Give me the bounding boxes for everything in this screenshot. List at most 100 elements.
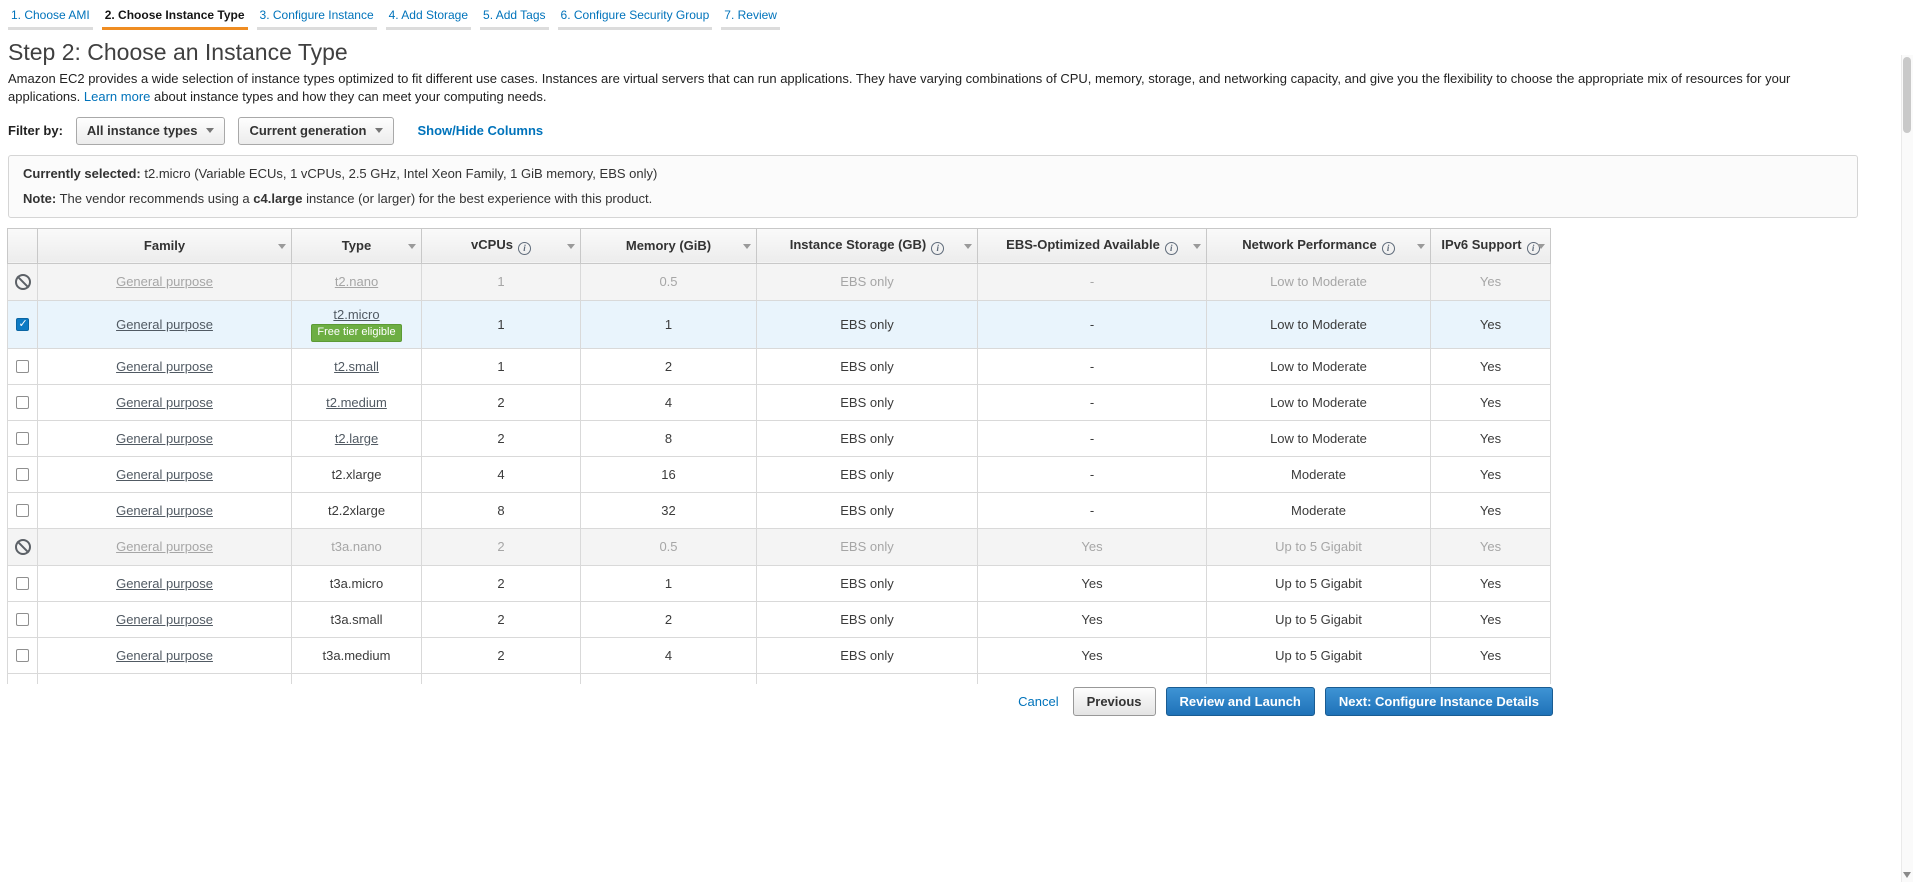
scrollbar-thumb[interactable] <box>1903 57 1911 133</box>
memory-cell: 0.5 <box>580 527 757 566</box>
filter-by-label: Filter by: <box>8 123 63 139</box>
row-select-cell[interactable] <box>7 564 38 602</box>
instance-row[interactable]: General purpose t2.2xlarge 8 32 EBS only… <box>7 491 1551 529</box>
cancel-button[interactable]: Cancel <box>1018 694 1058 709</box>
family-link[interactable]: General purpose <box>116 317 213 332</box>
previous-button[interactable]: Previous <box>1072 686 1156 716</box>
learn-more-link[interactable]: Learn more <box>84 89 150 104</box>
family-link[interactable]: General purpose <box>116 431 213 446</box>
ipv6-cell: Yes <box>1430 383 1551 421</box>
type-link[interactable]: t2.medium <box>326 395 387 410</box>
instance-row[interactable]: General purpose t2.micro Free tier eligi… <box>7 299 1551 349</box>
family-link[interactable]: General purpose <box>116 648 213 663</box>
row-checkbox[interactable] <box>16 503 29 517</box>
row-select-cell[interactable] <box>7 636 38 674</box>
info-icon[interactable] <box>517 241 531 255</box>
note-label: Note: <box>23 190 57 206</box>
vcpus-cell: 1 <box>421 299 581 349</box>
review-and-launch-button[interactable]: Review and Launch <box>1165 686 1315 716</box>
instance-row[interactable]: General purpose t3a.nano 2 0.5 EBS only … <box>7 527 1551 566</box>
instance-row[interactable]: General purpose t3a.micro 2 1 EBS only Y… <box>7 564 1551 602</box>
ebs-optimized-cell: - <box>977 455 1207 493</box>
tab-choose-instance-type[interactable]: 2. Choose Instance Type <box>101 5 248 30</box>
instance-row[interactable]: General purpose t2.xlarge 4 16 EBS only … <box>7 455 1551 493</box>
family-link[interactable]: General purpose <box>116 503 213 518</box>
instance-row[interactable]: General purpose t3a.medium 2 4 EBS only … <box>7 636 1551 674</box>
scrollbar-down-arrow-icon[interactable] <box>1903 872 1911 878</box>
type-link[interactable]: t2.micro <box>333 307 379 322</box>
instance-row[interactable]: General purpose t2.small 1 2 EBS only - … <box>7 347 1551 385</box>
row-select-cell[interactable] <box>7 455 38 493</box>
col-header-memory[interactable]: Memory (GiB) <box>580 227 757 264</box>
instance-row[interactable]: General purpose t3a.small 2 2 EBS only Y… <box>7 600 1551 638</box>
type-link[interactable]: t2.large <box>335 431 378 446</box>
next-configure-instance-details-button[interactable]: Next: Configure Instance Details <box>1324 686 1553 716</box>
instance-row[interactable]: General purpose t2.nano 1 0.5 EBS only -… <box>7 262 1551 301</box>
row-checkbox[interactable] <box>16 431 29 445</box>
row-select-cell[interactable] <box>7 491 38 529</box>
col-header-instance-storage[interactable]: Instance Storage (GB) <box>756 227 978 264</box>
col-header-ipv6[interactable]: IPv6 Support <box>1430 227 1551 264</box>
col-header-family[interactable]: Family <box>37 227 292 264</box>
row-select-cell[interactable] <box>7 600 38 638</box>
row-checkbox[interactable] <box>16 576 29 590</box>
ipv6-cell: Yes <box>1430 672 1551 684</box>
tab-add-storage[interactable]: 4. Add Storage <box>385 5 472 30</box>
family-link[interactable]: General purpose <box>116 576 213 591</box>
family-link[interactable]: General purpose <box>116 467 213 482</box>
selection-summary-box: Currently selected: t2.micro (Variable E… <box>8 154 1858 218</box>
memory-cell: 8 <box>580 672 757 684</box>
row-checkbox[interactable] <box>16 395 29 409</box>
tab-choose-ami[interactable]: 1. Choose AMI <box>8 5 93 30</box>
row-checkbox[interactable] <box>16 317 29 331</box>
vertical-scrollbar[interactable] <box>1901 55 1913 882</box>
row-checkbox[interactable] <box>16 467 29 481</box>
tab-review[interactable]: 7. Review <box>721 5 780 30</box>
family-link[interactable]: General purpose <box>116 359 213 374</box>
memory-cell: 2 <box>580 600 757 638</box>
family-cell: General purpose <box>37 299 292 349</box>
type-link[interactable]: t2.nano <box>335 274 378 289</box>
type-cell: t3a.nano <box>291 527 422 566</box>
row-checkbox[interactable] <box>16 612 29 626</box>
instance-type-filter-dropdown[interactable]: All instance types <box>75 116 226 145</box>
info-icon[interactable] <box>931 241 945 255</box>
show-hide-columns-link[interactable]: Show/Hide Columns <box>417 123 543 138</box>
family-link[interactable]: General purpose <box>116 274 213 289</box>
tab-configure-instance[interactable]: 3. Configure Instance <box>256 5 377 30</box>
ebs-optimized-cell: - <box>977 262 1207 301</box>
type-label: t3a.nano <box>331 539 382 555</box>
network-performance-cell: Up to 5 Gigabit <box>1206 564 1431 602</box>
ipv6-cell: Yes <box>1430 419 1551 457</box>
instance-row[interactable]: General purpose t2.medium 2 4 EBS only -… <box>7 383 1551 421</box>
info-icon[interactable] <box>1164 241 1178 255</box>
vcpus-cell: 2 <box>421 636 581 674</box>
col-header-vcpus[interactable]: vCPUs <box>421 227 581 264</box>
family-link[interactable]: General purpose <box>116 539 213 554</box>
row-select-cell[interactable] <box>7 419 38 457</box>
row-select-cell[interactable] <box>7 383 38 421</box>
tab-configure-security-group[interactable]: 6. Configure Security Group <box>557 5 713 30</box>
col-header-type[interactable]: Type <box>291 227 422 264</box>
col-header-network-performance[interactable]: Network Performance <box>1206 227 1431 264</box>
type-link[interactable]: t2.small <box>334 359 379 374</box>
page-description: Amazon EC2 provides a wide selection of … <box>8 70 1853 107</box>
row-checkbox[interactable] <box>16 648 29 662</box>
ipv6-cell: Yes <box>1430 299 1551 349</box>
row-select-cell[interactable] <box>7 299 38 349</box>
family-link[interactable]: General purpose <box>116 395 213 410</box>
instance-row[interactable]: General purpose t2.large 2 8 EBS only - … <box>7 419 1551 457</box>
info-icon[interactable] <box>1381 241 1395 255</box>
network-performance-cell: Up to 5 Gigabit <box>1206 527 1431 566</box>
generation-filter-dropdown[interactable]: Current generation <box>238 116 395 145</box>
row-select-cell[interactable] <box>7 672 38 684</box>
row-checkbox[interactable] <box>16 359 29 373</box>
chevron-down-icon <box>206 127 215 133</box>
family-link[interactable]: General purpose <box>116 612 213 627</box>
vcpus-cell: 4 <box>421 455 581 493</box>
row-select-cell[interactable] <box>7 347 38 385</box>
col-header-ebs-optimized[interactable]: EBS-Optimized Available <box>977 227 1207 264</box>
instance-row[interactable]: General purpose t3a.large 2 8 EBS only Y… <box>7 672 1551 684</box>
tab-add-tags[interactable]: 5. Add Tags <box>480 5 549 30</box>
col-header-network-label: Network Performance <box>1242 236 1377 252</box>
